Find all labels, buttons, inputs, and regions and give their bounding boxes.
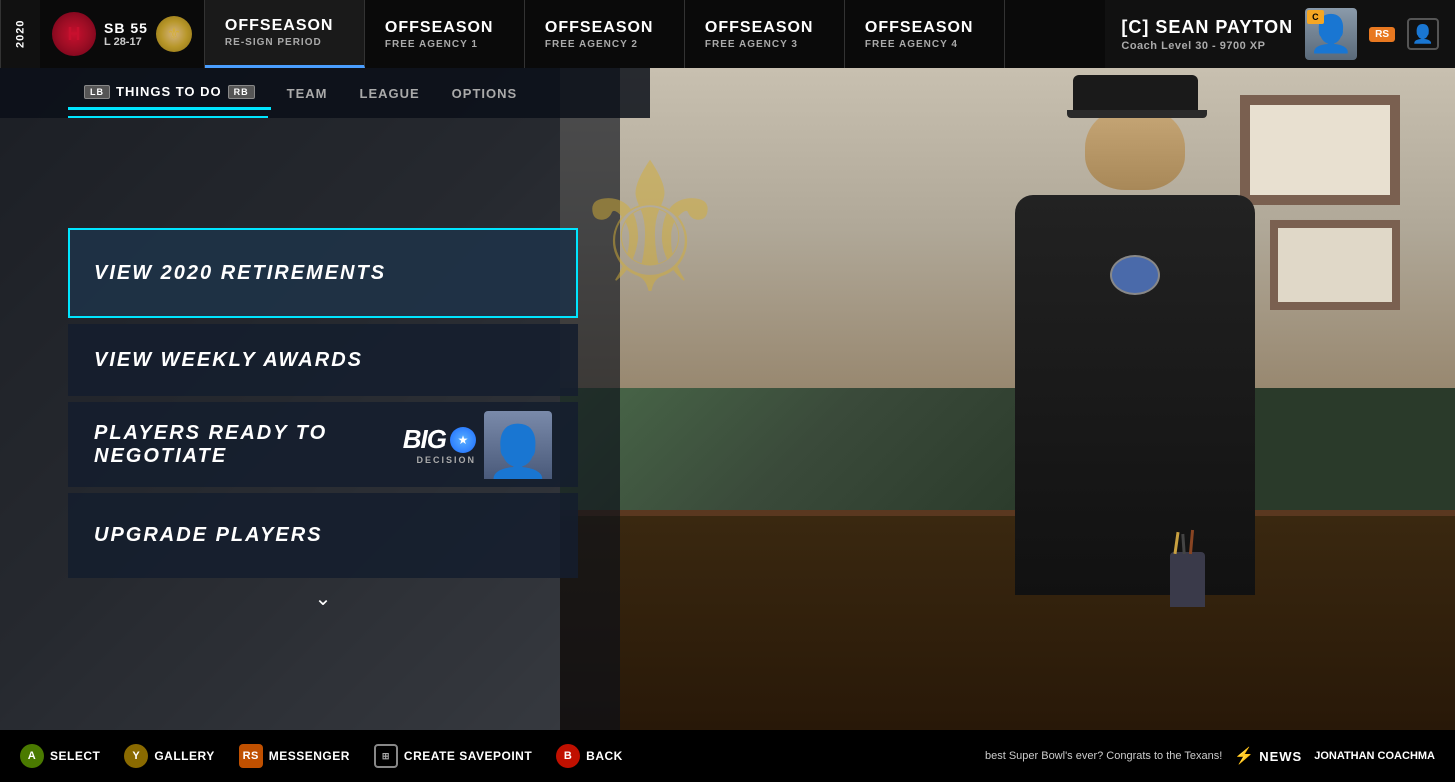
big-decision-area: BIG ★ DECISION 👤 — [403, 411, 552, 479]
menu-item-upgrade[interactable]: UPGRADE PLAYERS — [68, 493, 578, 578]
big-text: BIG — [403, 424, 446, 455]
team-info: H SB 55 L 28-17 ⚜ — [40, 0, 205, 68]
nav-period-fa1[interactable]: OFFSEASON FREE AGENCY 1 — [365, 0, 525, 68]
control-select[interactable]: A SELECT — [20, 744, 100, 768]
awards-label: VIEW WEEKLY AWARDS — [94, 349, 363, 372]
coach-info-panel: [C] SEAN PAYTON Coach Level 30 - 9700 XP… — [1105, 0, 1455, 68]
select-label: SELECT — [50, 749, 100, 763]
lb-badge: LB — [84, 85, 110, 99]
savepoint-label: CREATE SAVEPOINT — [404, 749, 532, 763]
nav-period-fa2[interactable]: OFFSEASON FREE AGENCY 2 — [525, 0, 685, 68]
tab-things-label: THINGS TO DO — [116, 84, 222, 99]
news-brand: ⚡ NEWS — [1234, 746, 1302, 766]
nav-period-5-label: OFFSEASON — [865, 19, 984, 37]
scroll-down-icon: ⌄ — [315, 586, 332, 611]
news-text: best Super Bowl's ever? Congrats to the … — [985, 750, 1222, 762]
nav-period-fa3[interactable]: OFFSEASON FREE AGENCY 3 — [685, 0, 845, 68]
negotiate-label: PLAYERS READY TO NEGOTIATE — [94, 422, 403, 468]
cb-button: ⊞ — [374, 744, 398, 768]
nav-period-3-sub: FREE AGENCY 2 — [545, 39, 664, 50]
big-decision-top: BIG ★ — [403, 424, 476, 455]
superbowl-info: SB 55 L 28-17 — [104, 20, 148, 48]
home-team-logo: H — [52, 12, 96, 56]
decision-star-circle: ★ — [450, 427, 476, 453]
nav-period-5-sub: FREE AGENCY 4 — [865, 39, 984, 50]
control-back[interactable]: B BACK — [556, 744, 623, 768]
tab-league[interactable]: LEAGUE — [344, 78, 436, 109]
coach-c-badge: C — [1307, 10, 1324, 24]
year-badge: 2020 — [0, 0, 40, 68]
tab-options[interactable]: OPTIONS — [436, 78, 534, 109]
star-icon: ★ — [458, 433, 469, 447]
tab-team-label: TEAM — [287, 86, 328, 101]
away-team-logo: ⚜ — [156, 16, 192, 52]
player-silhouette: 👤 — [484, 411, 552, 479]
tab-team[interactable]: TEAM — [271, 78, 344, 109]
bottom-control-bar: A SELECT Y GALLERY RS MESSENGER ⊞ CREATE… — [0, 730, 1455, 782]
negotiate-content: PLAYERS READY TO NEGOTIATE BIG ★ DECISIO… — [94, 411, 552, 479]
coach-silhouette — [975, 95, 1295, 595]
secondary-nav: LB THINGS TO DO RB TEAM LEAGUE OPTIONS — [0, 68, 650, 118]
menu-item-negotiate[interactable]: PLAYERS READY TO NEGOTIATE BIG ★ DECISIO… — [68, 402, 578, 487]
lightning-icon: ⚡ — [1234, 746, 1255, 766]
rb-badge: RB — [228, 85, 255, 99]
nav-period-3-label: OFFSEASON — [545, 19, 664, 37]
nav-period-4-sub: FREE AGENCY 3 — [705, 39, 824, 50]
superbowl-result: L 28-17 — [104, 36, 148, 48]
gallery-label: GALLERY — [154, 749, 214, 763]
retirements-label: VIEW 2020 RETIREMENTS — [94, 262, 386, 285]
control-gallery[interactable]: Y GALLERY — [124, 744, 214, 768]
big-decision-text-group: BIG ★ DECISION — [403, 424, 476, 465]
menu-scroll-area: VIEW 2020 RETIREMENTS VIEW WEEKLY AWARDS… — [68, 218, 578, 619]
nav-period-2-sub: FREE AGENCY 1 — [385, 39, 504, 50]
news-brand-label: NEWS — [1259, 749, 1302, 764]
coach-text: [C] SEAN PAYTON Coach Level 30 - 9700 XP — [1121, 17, 1293, 52]
y-button: Y — [124, 744, 148, 768]
nav-period-fa4[interactable]: OFFSEASON FREE AGENCY 4 — [845, 0, 1005, 68]
back-label: BACK — [586, 749, 623, 763]
nav-period-4-label: OFFSEASON — [705, 19, 824, 37]
decision-label: DECISION — [416, 455, 476, 465]
coach-avatar: 👤 C — [1305, 8, 1357, 60]
coach-name-ticker: JONATHAN COACHMA — [1314, 750, 1435, 762]
control-savepoint[interactable]: ⊞ CREATE SAVEPOINT — [374, 744, 532, 768]
person-icon: 👤 — [1407, 18, 1439, 50]
menu-list: VIEW 2020 RETIREMENTS VIEW WEEKLY AWARDS… — [68, 228, 578, 578]
nav-period-1-label: OFFSEASON — [225, 17, 344, 35]
top-nav-bar: 2020 H SB 55 L 28-17 ⚜ OFFSEASON RE-SIGN… — [0, 0, 1455, 68]
rs-badge: RS — [1369, 27, 1395, 42]
menu-item-awards[interactable]: VIEW WEEKLY AWARDS — [68, 324, 578, 396]
nav-period-1-sub: RE-SIGN PERIOD — [225, 37, 344, 48]
menu-item-retirements[interactable]: VIEW 2020 RETIREMENTS — [68, 228, 578, 318]
messenger-label: MESSENGER — [269, 749, 350, 763]
superbowl-number: SB 55 — [104, 20, 148, 36]
coach-name: [C] SEAN PAYTON — [1121, 17, 1293, 38]
a-button: A — [20, 744, 44, 768]
nav-period-2-label: OFFSEASON — [385, 19, 504, 37]
b-button: B — [556, 744, 580, 768]
pencil-holder — [1170, 552, 1205, 607]
nav-period-resign[interactable]: OFFSEASON RE-SIGN PERIOD — [205, 0, 365, 68]
upgrade-label: UPGRADE PLAYERS — [94, 524, 323, 547]
control-messenger[interactable]: RS MESSENGER — [239, 744, 350, 768]
tab-things-to-do[interactable]: LB THINGS TO DO RB — [68, 76, 271, 110]
tab-league-label: LEAGUE — [360, 86, 420, 101]
news-ticker: best Super Bowl's ever? Congrats to the … — [985, 746, 1435, 766]
tab-underline — [68, 116, 268, 118]
tab-options-label: OPTIONS — [452, 86, 518, 101]
rs-button: RS — [239, 744, 263, 768]
scroll-down-area[interactable]: ⌄ — [68, 578, 578, 619]
coach-level: Coach Level 30 - 9700 XP — [1121, 40, 1293, 52]
